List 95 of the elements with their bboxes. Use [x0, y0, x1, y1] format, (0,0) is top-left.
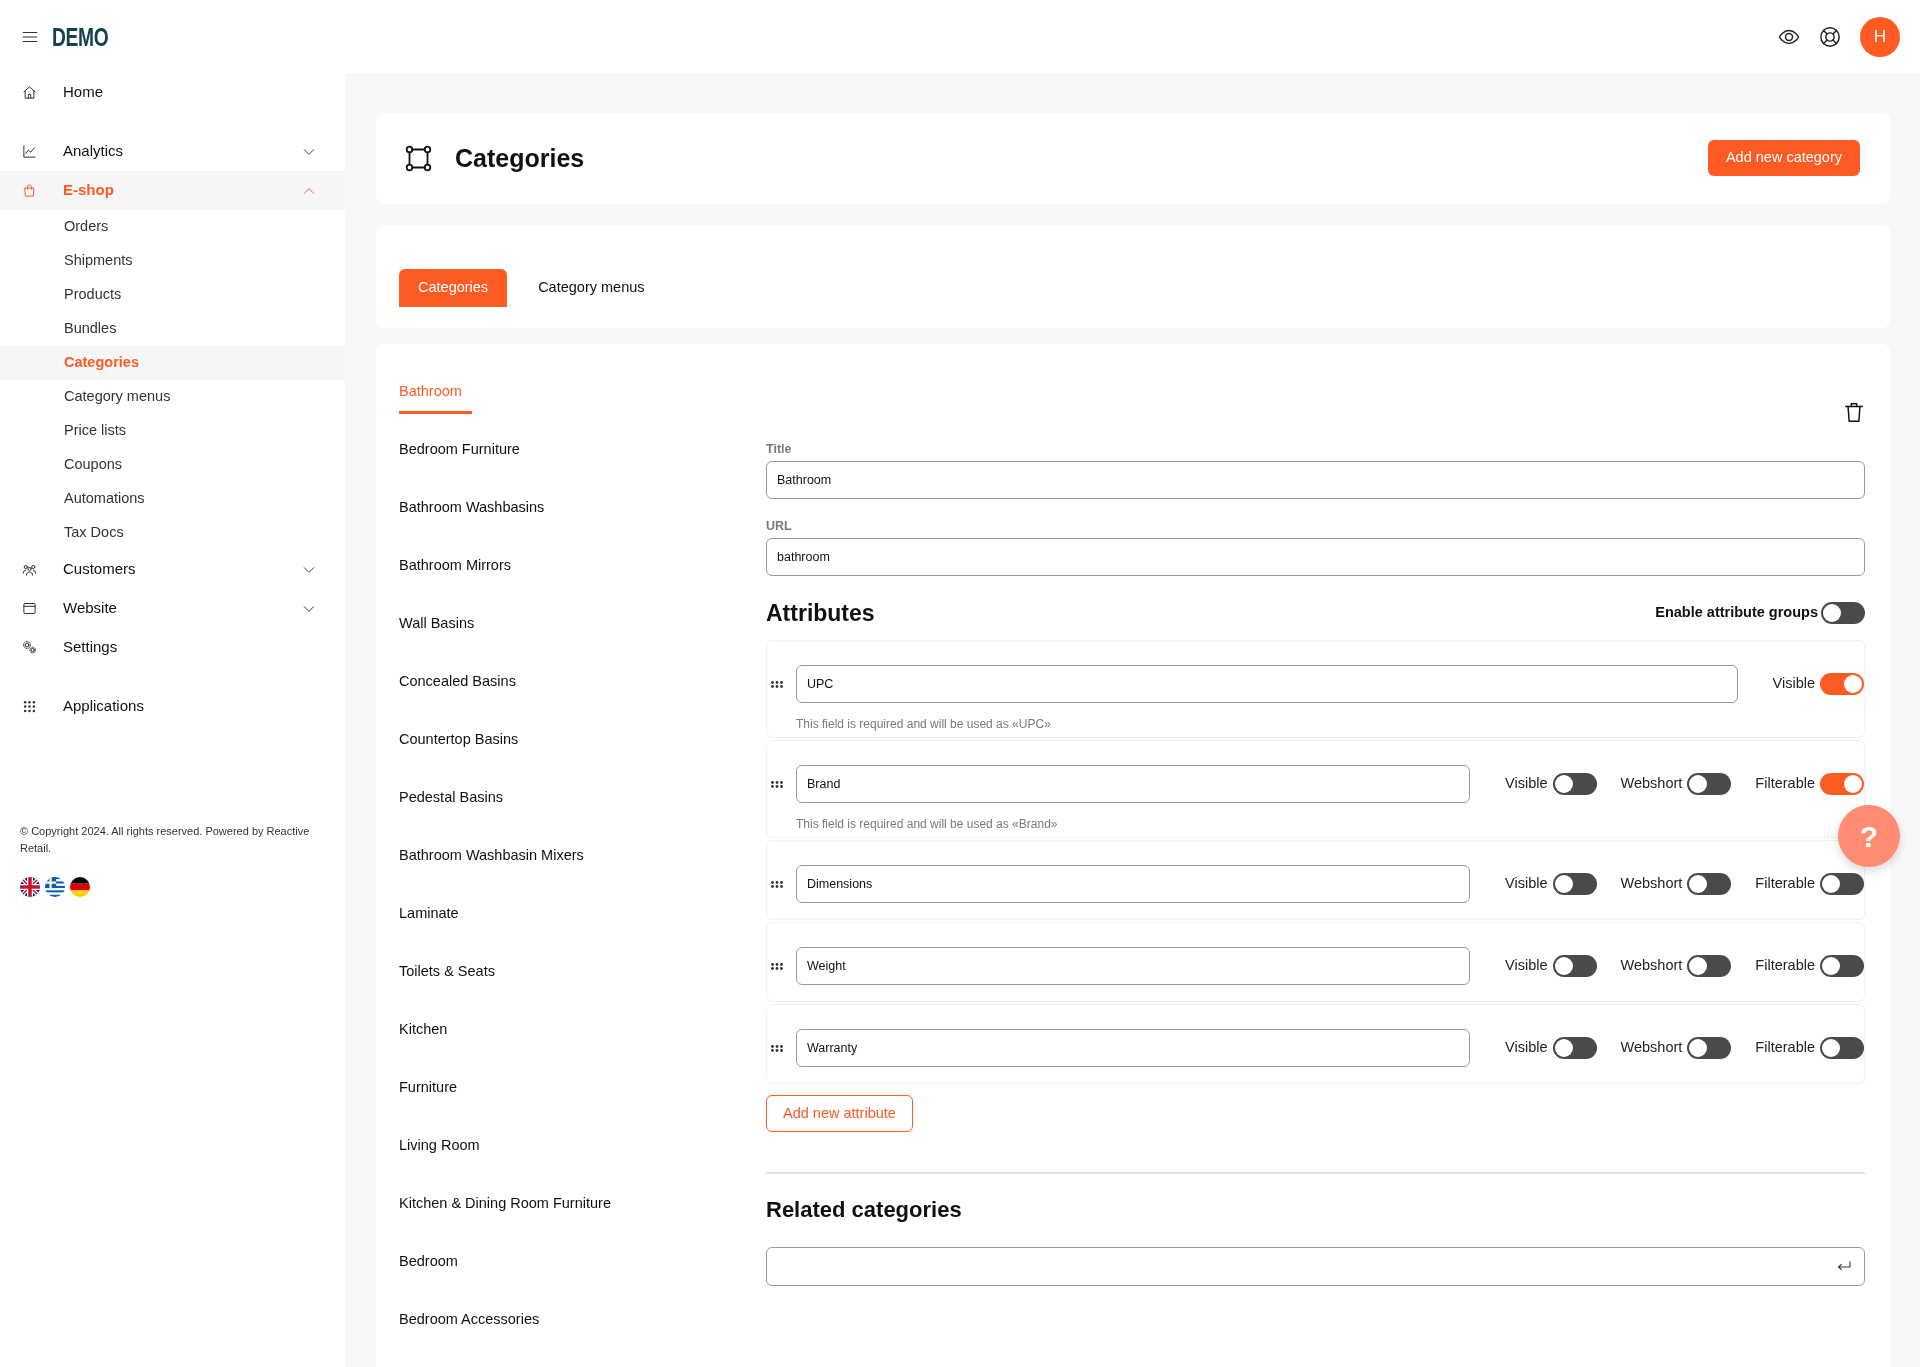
toggle-switch[interactable] [1552, 955, 1597, 977]
category-item[interactable]: Bathroom Washbasins [399, 497, 555, 530]
attribute-field[interactable]: Dimensions [796, 865, 1471, 903]
category-item[interactable]: Toilets & Seats [399, 961, 505, 994]
title-field[interactable]: Bathroom [766, 461, 1865, 499]
tab[interactable]: Category menus [519, 268, 664, 307]
category-item[interactable]: Kitchen [399, 1019, 458, 1052]
sidebar-item[interactable]: Website [0, 589, 345, 628]
toggle-switch[interactable] [1552, 1037, 1597, 1059]
sidebar-subitem[interactable]: Category menus [0, 380, 345, 414]
vector-square-icon [405, 144, 432, 172]
gears-icon [22, 640, 37, 655]
toggle-label: Filterable [1755, 956, 1815, 976]
toggle-switch[interactable] [1821, 602, 1865, 624]
toggle-switch[interactable] [1820, 1037, 1864, 1059]
drag-handle-icon[interactable] [771, 880, 783, 888]
toggle-label: Filterable [1755, 774, 1815, 794]
category-item[interactable]: Kitchen & Dining Room Furniture [399, 1193, 621, 1226]
sidebar-subitem[interactable]: Tax Docs [0, 516, 345, 550]
sidebar-item[interactable]: Settings [0, 628, 345, 667]
copyright-text: © Copyright 2024. All rights reserved. Powered by Reactive Retail. [19, 824, 311, 856]
toggle-switch[interactable] [1687, 773, 1732, 795]
lifebuoy-icon[interactable] [1819, 25, 1841, 48]
browser-window-icon [22, 601, 37, 616]
related-categories-field[interactable] [766, 1247, 1865, 1286]
toggle-switch[interactable] [1820, 873, 1864, 895]
toggle-label: Filterable [1755, 1038, 1815, 1058]
toggle-switch[interactable] [1552, 873, 1597, 895]
sidebar-subitem[interactable]: Coupons [0, 448, 345, 482]
attribute-field[interactable]: Warranty [796, 1029, 1471, 1067]
shopping-bag-icon [22, 183, 37, 198]
toggle-label: Visible [1505, 874, 1548, 894]
toggle-label: Webshort [1620, 1038, 1683, 1058]
toggle-switch[interactable] [1687, 873, 1732, 895]
toggle-label: Webshort [1620, 774, 1683, 794]
sidebar-item[interactable]: Customers [0, 550, 345, 589]
category-item[interactable]: Living Room [399, 1135, 490, 1168]
section-heading: Related categories [766, 1196, 963, 1224]
trash-icon[interactable] [1843, 400, 1865, 424]
toggle-switch[interactable] [1687, 955, 1732, 977]
sidebar-subitem[interactable]: Products [0, 278, 345, 312]
grid-icon [22, 699, 37, 714]
category-item[interactable]: Pedestal Basins [399, 787, 513, 820]
drag-handle-icon[interactable] [771, 680, 783, 688]
toggle-label: Filterable [1755, 874, 1815, 894]
sidebar-item[interactable]: Applications [0, 687, 345, 726]
greek-flag-icon[interactable] [45, 877, 65, 897]
category-item[interactable]: Countertop Basins [399, 729, 529, 762]
url-field[interactable]: bathroom [766, 538, 1865, 576]
toggle-label: Enable attribute groups [1655, 603, 1818, 623]
category-item[interactable]: Bathroom Mirrors [399, 555, 521, 588]
toggle-label: Webshort [1620, 956, 1683, 976]
category-item[interactable]: Concealed Basins [399, 671, 526, 704]
toggle-label: Visible [1505, 774, 1548, 794]
toggle-label: Visible [1772, 674, 1815, 694]
sidebar-subitem[interactable]: Shipments [0, 244, 345, 278]
toggle-switch[interactable] [1687, 1037, 1732, 1059]
people-icon [22, 562, 37, 577]
category-item[interactable]: Bathroom Washbasin Mixers [399, 845, 594, 878]
home-icon [22, 85, 37, 100]
logo[interactable]: DEMO [52, 23, 109, 50]
attribute-field[interactable]: UPC [796, 665, 1738, 703]
category-item[interactable]: Bedroom Furniture [399, 439, 530, 472]
attribute-field[interactable]: Brand [796, 765, 1471, 803]
section-heading: Attributes [766, 599, 875, 627]
toggle-label: Visible [1505, 1038, 1548, 1058]
toggle-switch[interactable] [1820, 955, 1864, 977]
toggle-label: Webshort [1620, 874, 1683, 894]
helper-text: This field is required and will be used as «Brand» [796, 816, 1059, 832]
page-title: Categories [455, 143, 585, 174]
helper-text: This field is required and will be used as «UPC» [796, 716, 1052, 732]
category-item[interactable]: Bedroom [399, 1251, 468, 1284]
field-label: URL [766, 518, 793, 534]
toggle-switch[interactable] [1552, 773, 1597, 795]
drag-handle-icon[interactable] [771, 780, 783, 788]
sidebar-subitem[interactable]: Bundles [0, 312, 345, 346]
sidebar-subitem[interactable]: Price lists [0, 414, 345, 448]
sidebar-subitem[interactable]: Orders [0, 210, 345, 244]
category-item[interactable]: Furniture [399, 1077, 468, 1110]
toggle-switch[interactable] [1820, 673, 1864, 695]
toggle-label: Visible [1505, 956, 1548, 976]
sidebar-item[interactable]: Home [0, 73, 345, 112]
sidebar-item[interactable]: Analytics [0, 132, 345, 171]
german-flag-icon[interactable] [70, 877, 90, 897]
sidebar-subitem[interactable]: Automations [0, 482, 345, 516]
british-flag-icon[interactable] [20, 877, 40, 897]
drag-handle-icon[interactable] [771, 1044, 783, 1052]
field-label: Title [766, 441, 793, 457]
attribute-field[interactable]: Weight [796, 947, 1471, 985]
toggle-switch[interactable] [1820, 773, 1864, 795]
category-item[interactable]: Laminate [399, 903, 469, 936]
drag-handle-icon[interactable] [771, 962, 783, 970]
category-item[interactable]: Wall Basins [399, 613, 485, 646]
line-chart-icon [22, 144, 37, 159]
category-item[interactable]: Bedroom Accessories [399, 1309, 550, 1342]
